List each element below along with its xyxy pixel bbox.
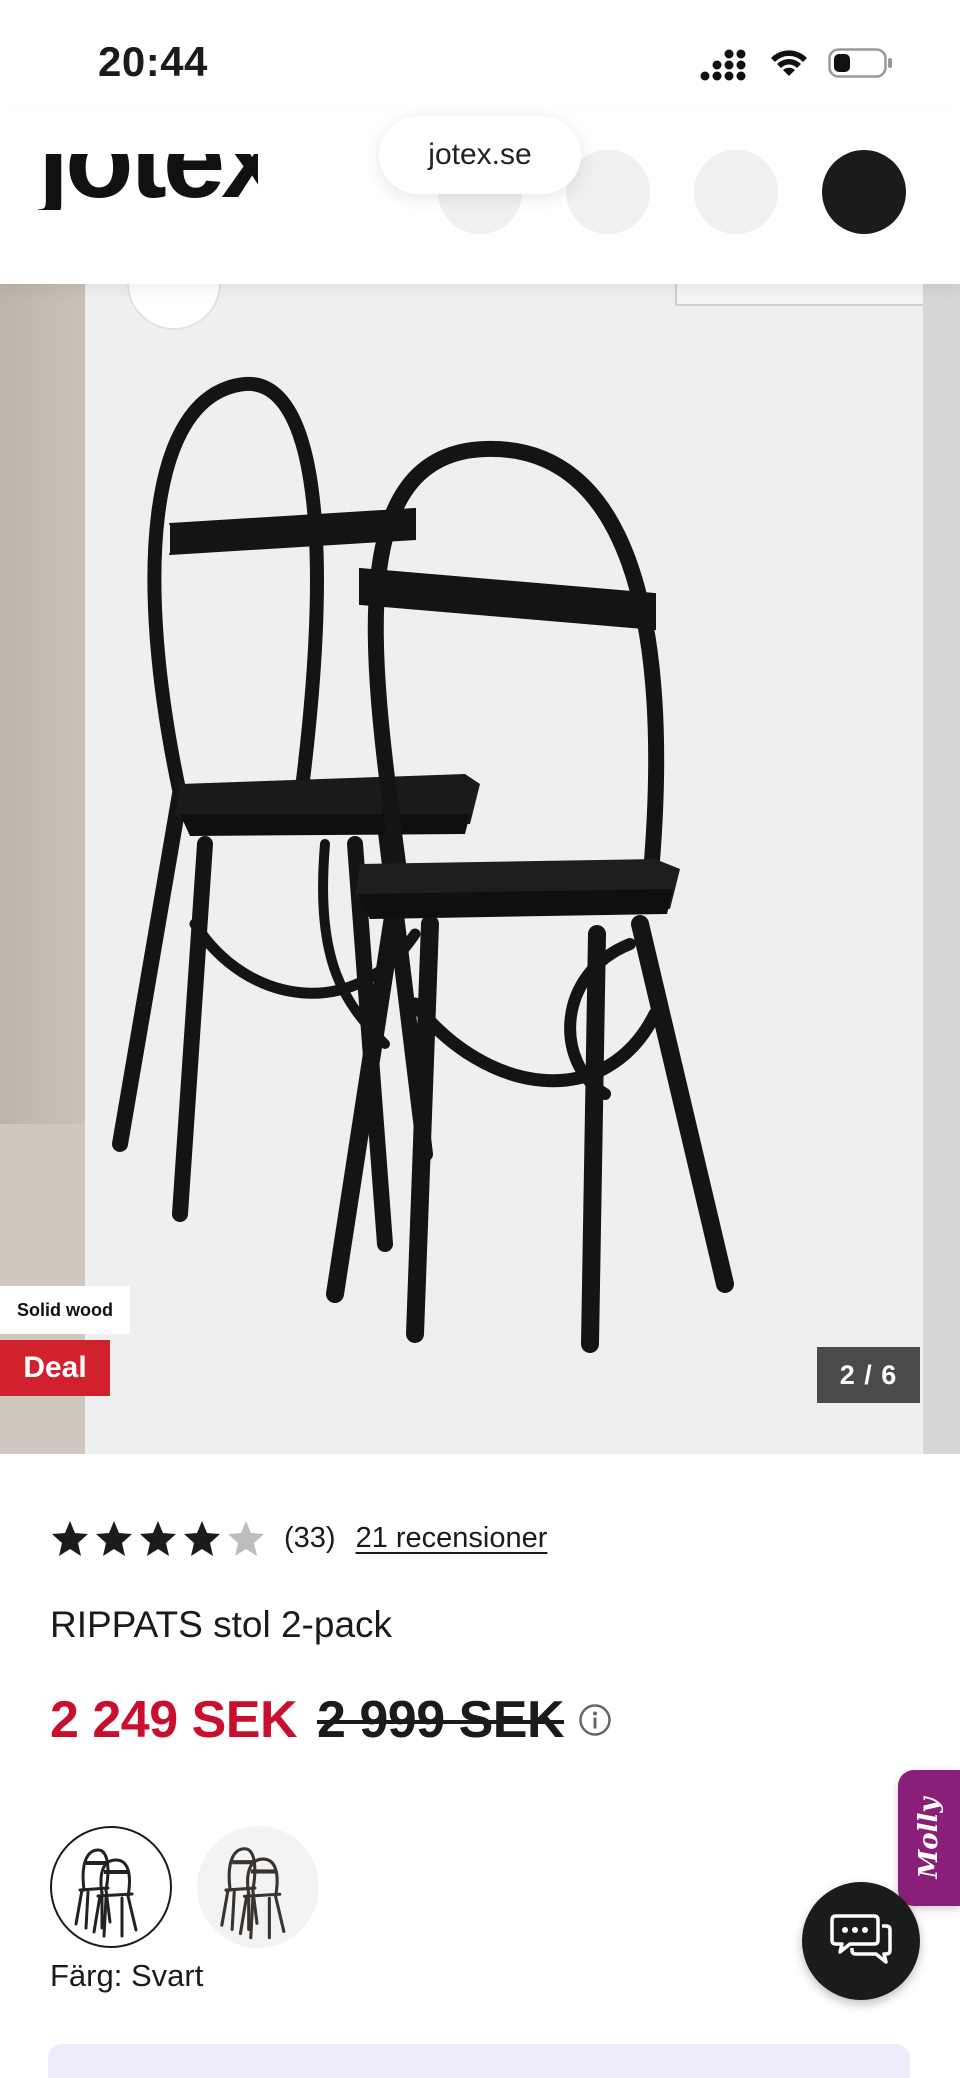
- solid-wood-badge: Solid wood: [0, 1286, 130, 1334]
- star-empty-icon: [228, 1521, 264, 1556]
- reviews-link[interactable]: 21 recensioner: [356, 1522, 548, 1555]
- rating-row: (33) 21 recensioner: [50, 1512, 547, 1564]
- product-image[interactable]: [85, 284, 960, 1454]
- star-filled-icon: [96, 1521, 132, 1556]
- chat-bubbles-icon: [830, 1914, 892, 1964]
- star-rating[interactable]: [50, 1518, 266, 1558]
- molly-assistant-tab[interactable]: Molly: [898, 1770, 960, 1906]
- product-title: RIPPATS stol 2-pack: [50, 1604, 393, 1645]
- rating-count: (33): [284, 1521, 336, 1554]
- sale-price: 2 249 SEK: [50, 1691, 298, 1749]
- next-slide-peek[interactable]: [923, 284, 960, 1454]
- battery-icon: [828, 48, 892, 78]
- previous-slide-peek[interactable]: [0, 284, 85, 1454]
- selected-color-label: Färg: Svart: [50, 1958, 204, 1993]
- deal-badge: Deal: [0, 1340, 110, 1396]
- promo-box: [48, 2044, 910, 2078]
- image-counter: 2 / 6: [817, 1347, 920, 1403]
- color-swatch-brun[interactable]: [197, 1826, 319, 1948]
- chair-thumbnail-icon: [220, 1847, 286, 1940]
- original-price: 2 999 SEK: [317, 1691, 565, 1749]
- star-filled-icon: [52, 1521, 88, 1556]
- color-swatch-svart[interactable]: [50, 1826, 172, 1948]
- chairs-image: [112, 376, 734, 1353]
- info-icon[interactable]: [578, 1703, 612, 1737]
- cart-button[interactable]: [822, 150, 906, 234]
- star-filled-icon: [184, 1521, 220, 1556]
- account-button[interactable]: [694, 150, 778, 234]
- url-bar[interactable]: jotex.se: [379, 116, 581, 194]
- chair-thumbnail-icon: [74, 1848, 138, 1938]
- header-element-ghost: [675, 284, 960, 306]
- status-time: 20:44: [98, 38, 208, 85]
- product-gallery[interactable]: Solid wood Deal 2 / 6: [0, 284, 960, 1454]
- site-logo[interactable]: jotex: [38, 154, 258, 210]
- status-bar: 20:44: [0, 0, 960, 110]
- price-row: 2 249 SEK 2 999 SEK: [50, 1690, 612, 1750]
- wifi-icon: [771, 50, 807, 76]
- chat-button[interactable]: [802, 1882, 920, 2000]
- site-logo-text: jotex: [38, 154, 258, 210]
- cellular-signal-icon: [700, 49, 746, 81]
- molly-label: Molly: [914, 1797, 944, 1879]
- star-filled-icon: [140, 1521, 176, 1556]
